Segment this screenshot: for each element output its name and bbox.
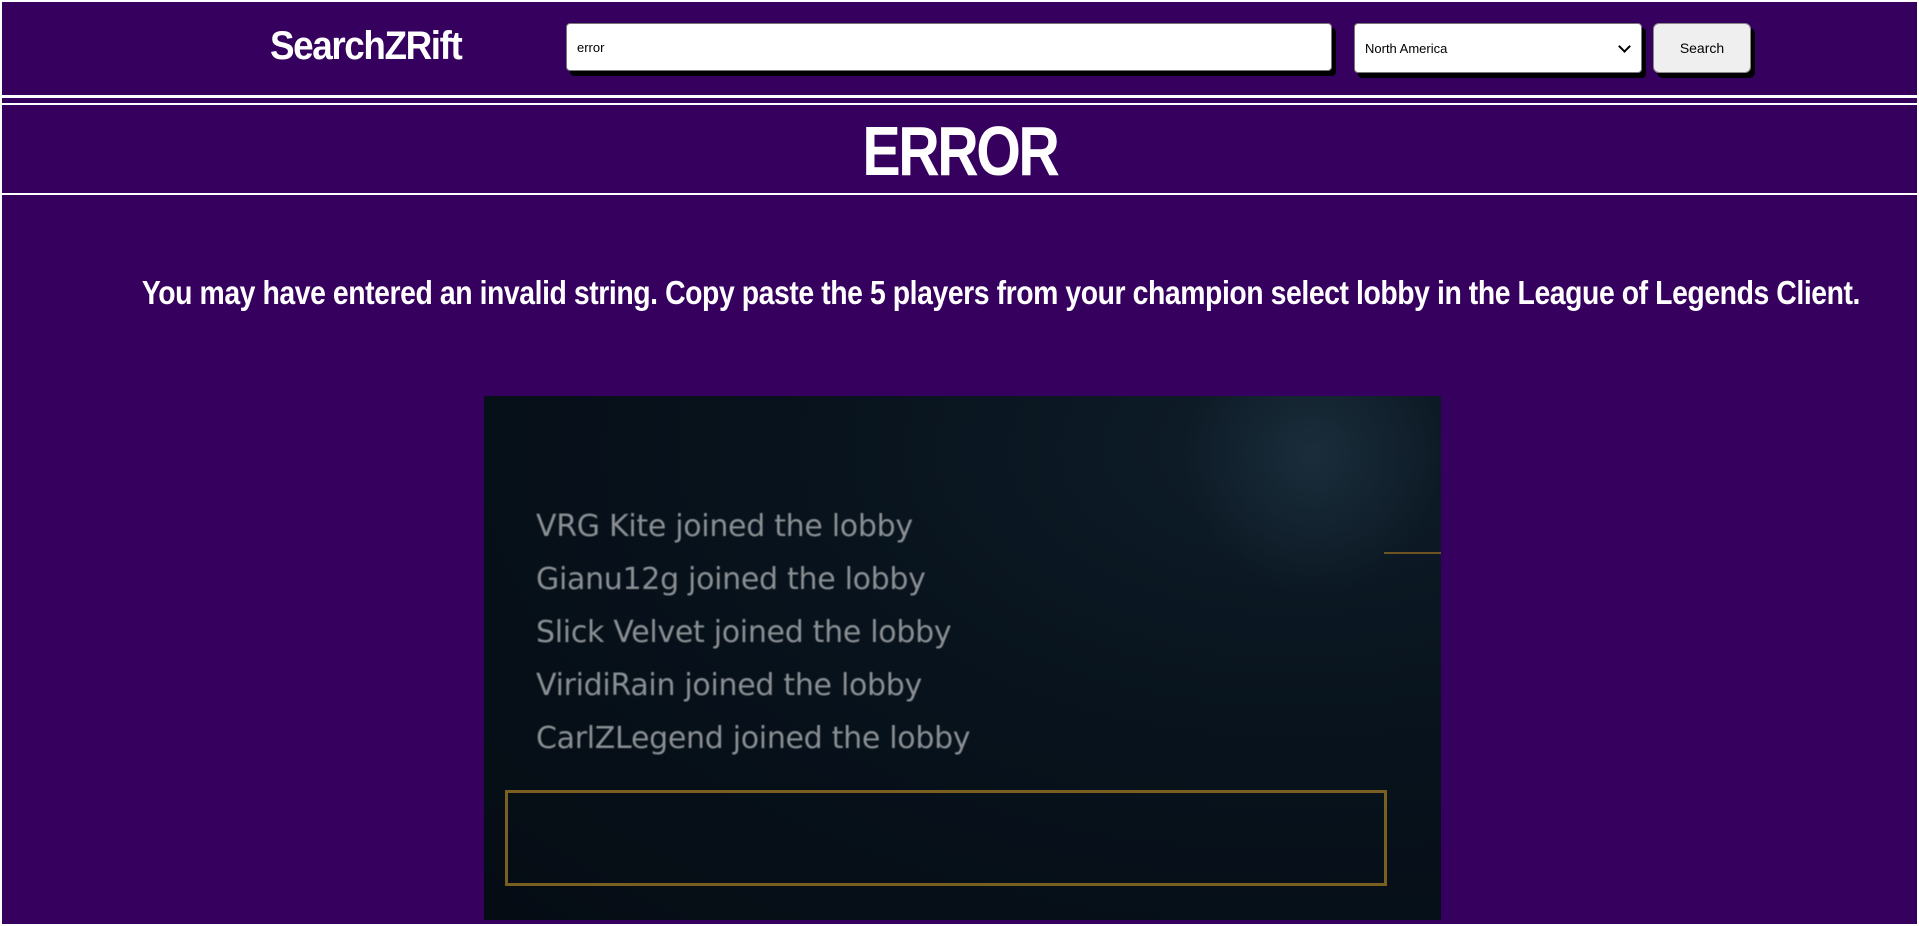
lobby-example-image: VRG Kite joined the lobby Gianu12g joine… bbox=[484, 396, 1441, 920]
title-band: ERROR bbox=[2, 103, 1917, 195]
gold-divider bbox=[1384, 552, 1441, 554]
lobby-lines: VRG Kite joined the lobby Gianu12g joine… bbox=[536, 500, 971, 765]
header: SearchZRift North America Search bbox=[2, 2, 1917, 98]
search-button[interactable]: Search bbox=[1653, 23, 1751, 73]
lobby-line: Gianu12g joined the lobby bbox=[536, 562, 926, 597]
page-title: ERROR bbox=[861, 112, 1059, 190]
search-input[interactable] bbox=[566, 23, 1332, 71]
chat-input-box bbox=[505, 790, 1387, 886]
region-select[interactable]: North America bbox=[1354, 23, 1642, 73]
image-glow bbox=[1184, 396, 1441, 596]
page: SearchZRift North America Search ERROR Y… bbox=[0, 0, 1919, 926]
chevron-down-icon bbox=[1618, 39, 1631, 53]
lobby-line: VRG Kite joined the lobby bbox=[536, 509, 913, 544]
error-message: You may have entered an invalid string. … bbox=[2, 274, 1917, 312]
lobby-line: Slick Velvet joined the lobby bbox=[536, 615, 952, 650]
region-select-value: North America bbox=[1365, 40, 1448, 56]
site-logo[interactable]: SearchZRift bbox=[270, 24, 463, 69]
error-message-text: You may have entered an invalid string. … bbox=[141, 274, 1861, 311]
lobby-line: ViridiRain joined the lobby bbox=[536, 668, 922, 703]
lobby-line: CarlZLegend joined the lobby bbox=[536, 721, 971, 756]
